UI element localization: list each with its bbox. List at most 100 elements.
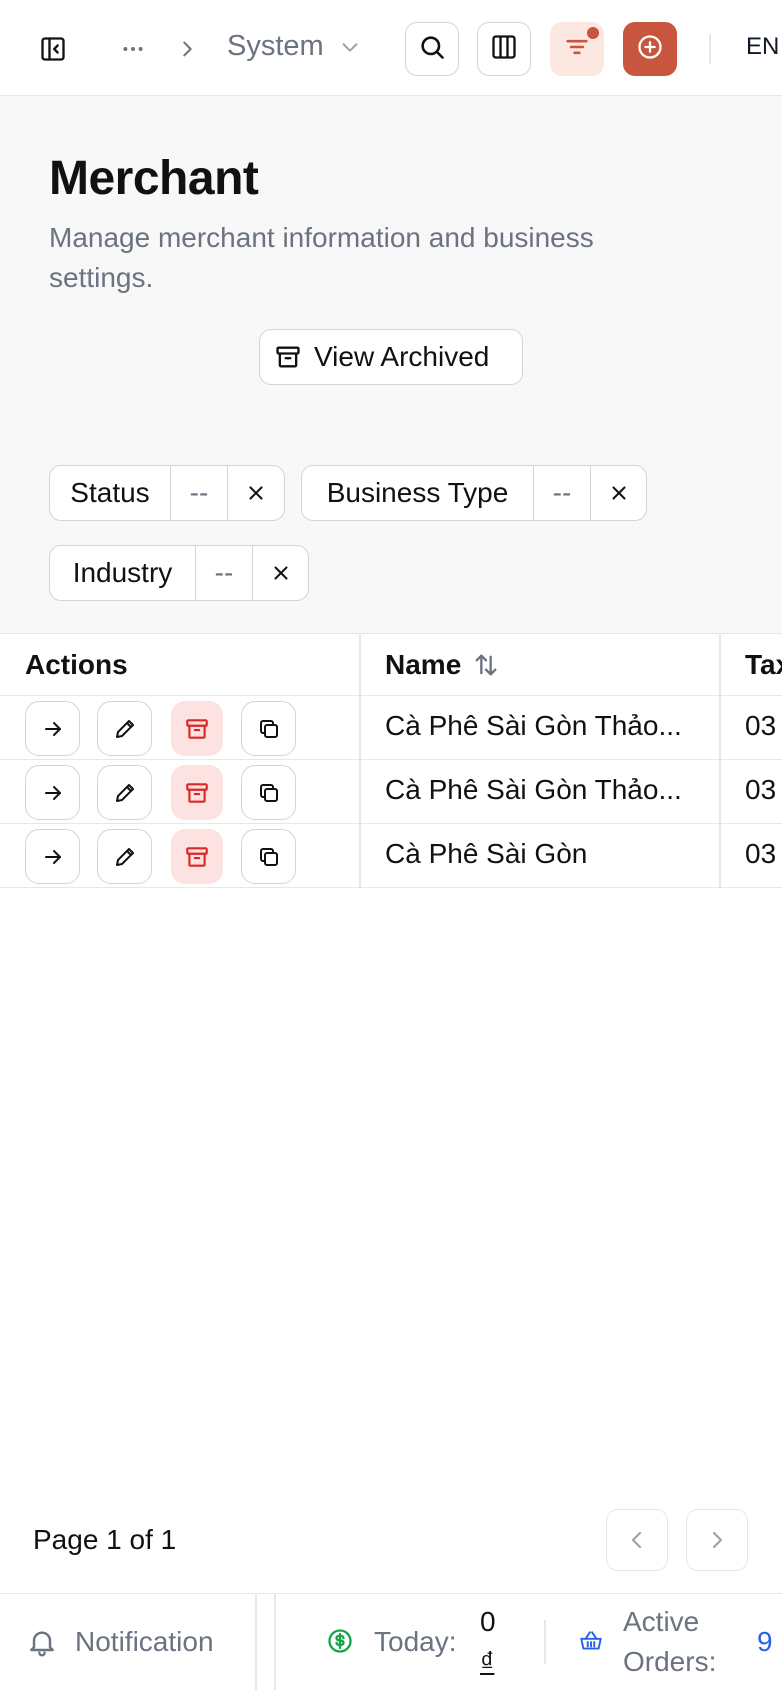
merchant-name[interactable]: Cà Phê Sài Gòn	[385, 838, 587, 870]
search-icon	[418, 33, 446, 66]
duplicate-button[interactable]	[241, 829, 296, 884]
divider	[709, 34, 711, 64]
archive-icon	[184, 780, 210, 806]
active-orders-label: Active	[623, 1606, 700, 1637]
plus-circle-icon	[636, 33, 664, 66]
archive-button[interactable]	[171, 829, 223, 884]
columns-button[interactable]	[477, 22, 531, 76]
clear-filter-button[interactable]	[227, 466, 284, 520]
column-divider	[719, 760, 721, 823]
column-header-name[interactable]: Name	[385, 649, 497, 683]
copy-icon	[257, 845, 281, 869]
filter-label: Industry	[72, 557, 173, 588]
duplicate-button[interactable]	[241, 701, 296, 756]
arrow-right-icon	[41, 781, 65, 805]
filter-chip-status[interactable]: Status --	[49, 465, 285, 521]
footer-divider	[255, 1594, 257, 1690]
view-archived-label: View Archived	[314, 341, 490, 372]
filter-value[interactable]: --	[195, 546, 252, 600]
column-divider	[359, 634, 361, 695]
add-merchant-button[interactable]	[623, 22, 677, 76]
column-divider	[359, 824, 361, 887]
clear-filter-button[interactable]	[590, 466, 646, 520]
edit-button[interactable]	[97, 829, 152, 884]
filter-chip-business-type[interactable]: Business Type --	[301, 465, 647, 521]
column-header-name-label: Name	[385, 649, 462, 680]
merchant-tax: 03	[745, 710, 777, 741]
today-label: Today:	[374, 1626, 457, 1657]
table-row: Cà Phê Sài Gòn Thảo... 03	[0, 760, 782, 824]
filter-button[interactable]	[550, 22, 604, 76]
duplicate-button[interactable]	[241, 765, 296, 820]
merchant-name[interactable]: Cà Phê Sài Gòn Thảo...	[385, 710, 682, 742]
filter-chip-industry[interactable]: Industry --	[49, 545, 309, 601]
table-header-row: Actions Name Tax	[0, 634, 782, 696]
previous-page-button[interactable]	[606, 1509, 668, 1571]
edit-button[interactable]	[97, 701, 152, 756]
column-header-tax: Tax	[745, 649, 782, 680]
active-orders-value[interactable]: 9	[757, 1626, 773, 1658]
archive-icon	[184, 716, 210, 742]
footer-divider	[274, 1594, 276, 1690]
bell-icon	[26, 1626, 58, 1663]
sidebar-toggle-icon[interactable]	[36, 32, 70, 66]
open-button[interactable]	[25, 765, 80, 820]
sort-icon	[472, 651, 500, 684]
page-header: Merchant Manage merchant information and…	[0, 96, 782, 634]
archive-icon	[274, 343, 302, 371]
notification-label: Notification	[75, 1626, 214, 1657]
columns-icon	[490, 33, 518, 66]
chevron-right-icon	[174, 34, 200, 64]
table-row: Cà Phê Sài Gòn 03	[0, 824, 782, 888]
merchant-tax: 03	[745, 774, 777, 805]
breadcrumb-system[interactable]: System	[227, 28, 367, 68]
page-title: Merchant	[49, 152, 259, 205]
column-divider	[719, 824, 721, 887]
next-page-button[interactable]	[686, 1509, 748, 1571]
column-divider	[719, 634, 721, 695]
column-divider	[719, 696, 721, 759]
merchant-name[interactable]: Cà Phê Sài Gòn Thảo...	[385, 774, 682, 806]
breadcrumb-label: System	[227, 30, 324, 62]
column-header-actions: Actions	[25, 649, 128, 680]
filter-value[interactable]: --	[170, 466, 227, 520]
table-row: Cà Phê Sài Gòn Thảo... 03	[0, 696, 782, 760]
pencil-icon	[113, 781, 137, 805]
pencil-icon	[113, 845, 137, 869]
close-icon	[270, 562, 292, 584]
dollar-circle-icon	[326, 1627, 354, 1660]
view-archived-button[interactable]: View Archived	[259, 329, 523, 385]
notification-button[interactable]: Notification	[26, 1620, 236, 1664]
filter-icon	[563, 33, 591, 66]
clear-filter-button[interactable]	[252, 546, 308, 600]
open-button[interactable]	[25, 701, 80, 756]
pagination-label: Page 1 of 1	[33, 1524, 177, 1555]
top-bar: System EN	[0, 0, 782, 96]
today-value: 0	[480, 1606, 496, 1637]
pencil-icon	[113, 717, 137, 741]
chevron-left-icon	[625, 1528, 649, 1552]
close-icon	[245, 482, 267, 504]
open-button[interactable]	[25, 829, 80, 884]
page-description: Manage merchant information and business…	[49, 222, 594, 293]
language-switcher[interactable]: EN	[746, 33, 779, 61]
copy-icon	[257, 781, 281, 805]
chevron-down-icon	[339, 36, 361, 63]
archive-icon	[184, 844, 210, 870]
close-icon	[608, 482, 630, 504]
column-divider	[359, 760, 361, 823]
filter-value[interactable]: --	[533, 466, 590, 520]
search-button[interactable]	[405, 22, 459, 76]
filter-label: Status	[70, 477, 150, 508]
active-orders-label-line2: Orders:	[623, 1646, 717, 1677]
ellipsis-icon[interactable]	[118, 34, 148, 64]
archive-button[interactable]	[171, 701, 223, 756]
merchant-tax: 03	[745, 838, 777, 869]
today-currency: ₫	[480, 1646, 495, 1677]
copy-icon	[257, 717, 281, 741]
filter-label: Business Type	[326, 477, 509, 508]
basket-icon	[578, 1628, 604, 1659]
arrow-right-icon	[41, 717, 65, 741]
edit-button[interactable]	[97, 765, 152, 820]
archive-button[interactable]	[171, 765, 223, 820]
